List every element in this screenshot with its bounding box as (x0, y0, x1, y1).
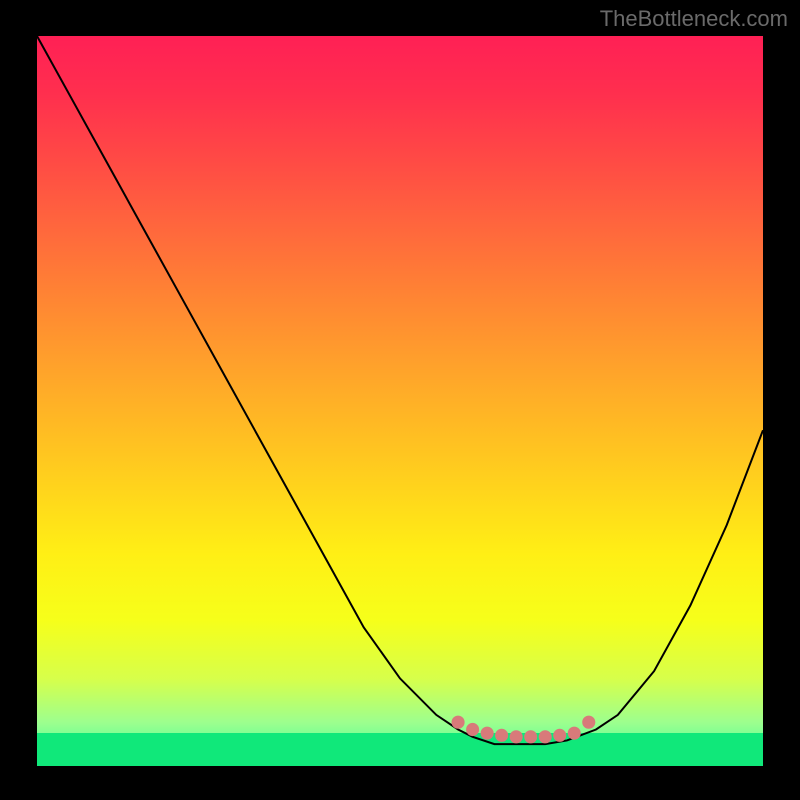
marker-dot (582, 716, 595, 729)
marker-dot (568, 727, 581, 740)
bottleneck-curve (37, 36, 763, 744)
optimal-markers (452, 716, 596, 744)
marker-dot (539, 730, 552, 743)
marker-dot (510, 730, 523, 743)
marker-dot (452, 716, 465, 729)
marker-dot (495, 729, 508, 742)
marker-dot (553, 729, 566, 742)
curve-svg (37, 36, 763, 766)
plot-area (37, 36, 763, 766)
marker-dot (524, 730, 537, 743)
chart-frame: TheBottleneck.com (0, 0, 800, 800)
marker-dot (481, 727, 494, 740)
watermark-text: TheBottleneck.com (600, 6, 788, 32)
marker-dot (466, 723, 479, 736)
